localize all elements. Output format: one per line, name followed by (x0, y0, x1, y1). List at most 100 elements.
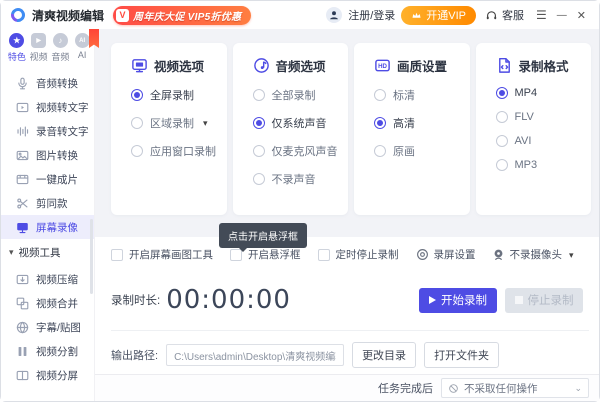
radio-label: AVI (515, 135, 532, 147)
panel-title: 录制格式 (519, 56, 569, 75)
open-vip-button[interactable]: 开通VIP (401, 6, 476, 25)
tab-video[interactable]: ▶视频 (29, 33, 49, 63)
monitor-icon (131, 57, 148, 74)
sidebar-item-clip-same-style[interactable]: 剪同款 (1, 191, 94, 215)
screen-icon (16, 221, 29, 234)
radio-label: 区域录制 (150, 115, 194, 131)
radio-option[interactable]: 高清 (374, 115, 470, 131)
tab-featured[interactable]: ★特色 (7, 33, 27, 63)
radio-label: 标清 (393, 87, 415, 103)
panel-title: 音频选项 (276, 56, 326, 75)
splitscreen-icon (16, 369, 29, 382)
recording-toolbar: 开启屏幕画图工具开启悬浮框定时停止录制录屏设置不录摄像头 (111, 247, 599, 262)
image-icon (16, 149, 29, 162)
radio-label: 不录声音 (272, 171, 316, 187)
radio-indicator (374, 117, 386, 129)
stop-recording-button[interactable]: 停止录制 (505, 288, 583, 313)
sidebar-item-video-split[interactable]: 视频分割 (1, 339, 94, 363)
radio-option[interactable]: FLV (496, 111, 592, 123)
register-login-link[interactable]: 注册/登录 (348, 7, 395, 23)
title-bar: 清爽视频编辑 V 周年庆大促 VIP5折优惠 注册/登录 开通VIP 客服 (1, 1, 599, 29)
sidebar-item-label: 图片转换 (36, 148, 78, 163)
file-format-icon (496, 57, 513, 74)
sidebar-item-one-click-film[interactable]: 一键成片 (1, 167, 94, 191)
sidebar-scrollbar[interactable] (90, 219, 93, 294)
sidebar-item-record-to-text[interactable]: 录音转文字 (1, 119, 94, 143)
menu-icon[interactable] (531, 1, 552, 29)
radio-option[interactable]: 全部录制 (253, 87, 349, 103)
person-icon (328, 9, 340, 21)
duration-row: 录制时长: 00:00:00 开始录制 停止录制 (111, 287, 583, 313)
app-title: 清爽视频编辑 (32, 7, 104, 24)
panel-header: HD画质设置 (374, 56, 470, 75)
sidebar-group-video-tools[interactable]: 视频工具 (1, 240, 94, 264)
radio-option[interactable]: 仅系统声音 (253, 115, 349, 131)
start-recording-button[interactable]: 开始录制 (419, 288, 497, 313)
panel-title: 视频选项 (154, 56, 204, 75)
radio-label: 全部录制 (272, 87, 316, 103)
anniversary-promo-banner[interactable]: V 周年庆大促 VIP5折优惠 (113, 6, 251, 25)
sidebar-item-screen-record[interactable]: 屏幕录像 (1, 215, 94, 239)
crown-icon (411, 10, 422, 21)
output-path-input[interactable] (166, 344, 344, 366)
sidebar-feature-list: 音频转换视频转文字录音转文字图片转换一键成片剪同款屏幕录像 (1, 71, 94, 239)
status-bar: 任务完成后 不采取任何操作 (95, 374, 599, 401)
radio-option[interactable]: 仅麦克风声音 (253, 143, 349, 159)
close-icon[interactable] (572, 1, 591, 30)
divider (111, 330, 589, 331)
camera-option-dropdown[interactable]: 不录摄像头 (492, 247, 574, 262)
checkbox-label: 定时停止录制 (336, 247, 399, 262)
after-task-label: 任务完成后 (378, 380, 433, 396)
radio-option[interactable]: 不录声音 (253, 171, 349, 187)
after-task-dropdown[interactable]: 不采取任何操作 (441, 378, 589, 398)
tab-audio[interactable]: ♪ 音频 (51, 33, 71, 63)
checkbox-timed-stop[interactable]: 定时停止录制 (318, 247, 399, 262)
radio-option[interactable]: 全屏录制 (131, 87, 227, 103)
sidebar-tool-list: 视频压缩视频合并字幕/贴图视频分割视频分屏 (1, 267, 94, 387)
radio-label: FLV (515, 111, 534, 123)
radio-option[interactable]: 区域录制 (131, 115, 227, 131)
open-folder-button[interactable]: 打开文件夹 (424, 342, 499, 368)
radio-indicator (131, 117, 143, 129)
sidebar-item-video-merge[interactable]: 视频合并 (1, 291, 94, 315)
sidebar-item-video-compress[interactable]: 视频压缩 (1, 267, 94, 291)
note-icon: ♪ (53, 33, 68, 48)
radio-label: 高清 (393, 115, 415, 131)
audio-circle-icon (253, 57, 270, 74)
sidebar-item-label: 录音转文字 (36, 124, 89, 139)
panel-header: 音频选项 (253, 56, 349, 75)
no-action-icon (448, 383, 459, 394)
duration-value: 00:00:00 (166, 287, 291, 313)
play-icon: ▶ (31, 33, 46, 48)
sidebar-item-label: 屏幕录像 (36, 220, 78, 235)
sidebar-item-video-to-text[interactable]: 视频转文字 (1, 95, 94, 119)
checkbox-screen-draw-tool[interactable]: 开启屏幕画图工具 (111, 247, 213, 262)
sidebar-item-image-convert[interactable]: 图片转换 (1, 143, 94, 167)
radio-option[interactable]: 原画 (374, 143, 470, 159)
change-directory-button[interactable]: 更改目录 (352, 342, 416, 368)
checkbox-box (318, 249, 330, 261)
radio-option[interactable]: 标清 (374, 87, 470, 103)
sidebar-item-audio-convert[interactable]: 音频转换 (1, 71, 94, 95)
radio-indicator (496, 87, 508, 99)
record-settings-button[interactable]: 录屏设置 (416, 247, 476, 262)
radio-option[interactable]: AVI (496, 135, 592, 147)
radio-indicator (131, 89, 143, 101)
sidebar-item-video-splitscreen[interactable]: 视频分屏 (1, 363, 94, 387)
sidebar-item-label: 音频转换 (36, 76, 78, 91)
tab-label: 音频 (51, 50, 69, 63)
tab-label: 特色 (8, 50, 26, 63)
checkbox-label: 开启屏幕画图工具 (129, 247, 213, 262)
stop-recording-label: 停止录制 (528, 292, 574, 308)
minimize-icon[interactable] (552, 0, 572, 30)
ai-icon: AI (75, 33, 90, 48)
user-avatar[interactable] (326, 7, 342, 23)
sidebar-item-subtitle-sticker[interactable]: 字幕/贴图 (1, 315, 94, 339)
chevron-down-icon (9, 246, 14, 258)
radio-option[interactable]: MP4 (496, 87, 592, 99)
radio-option[interactable]: 应用窗口录制 (131, 143, 227, 159)
radio-option[interactable]: MP3 (496, 159, 592, 171)
tool-item-label: 录屏设置 (434, 247, 476, 262)
customer-service-button[interactable]: 客服 (485, 7, 524, 23)
radio-indicator (253, 89, 265, 101)
